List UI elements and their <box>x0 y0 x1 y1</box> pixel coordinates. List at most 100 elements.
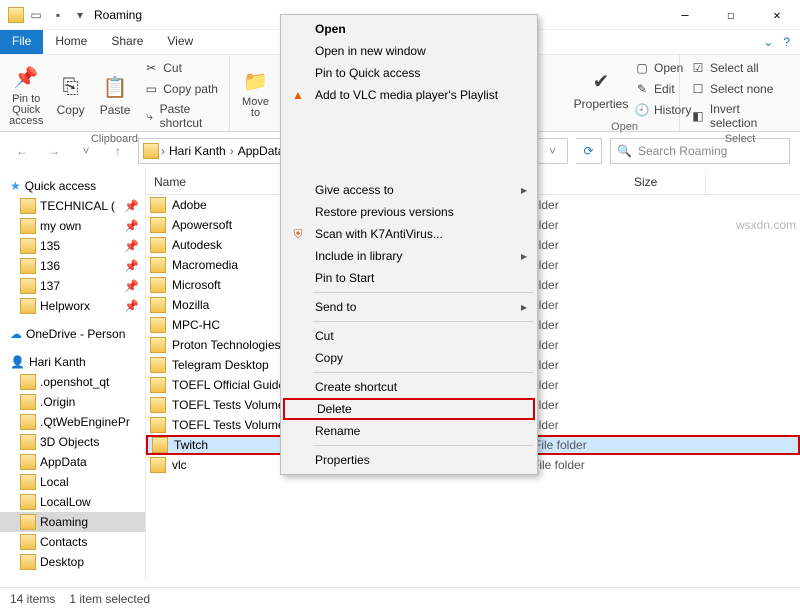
folder-icon <box>20 414 36 430</box>
sidebar-item[interactable]: .QtWebEnginePr <box>0 412 145 432</box>
sidebar-item[interactable]: Helpworx📌 <box>0 296 145 316</box>
ctx-scan[interactable]: ⛨Scan with K7AntiVirus... <box>283 223 535 245</box>
select-group-label: Select <box>688 131 792 145</box>
collapse-ribbon-icon[interactable]: ⌄ <box>763 35 773 49</box>
folder-icon <box>150 257 166 273</box>
qat-new-icon[interactable]: ▪ <box>50 7 66 23</box>
folder-icon <box>20 374 36 390</box>
sidebar-item[interactable]: 137📌 <box>0 276 145 296</box>
sidebar-item[interactable]: LocalLow <box>0 492 145 512</box>
tab-file[interactable]: File <box>0 30 43 54</box>
tab-view[interactable]: View <box>155 30 205 54</box>
select-all-button[interactable]: ☑Select all <box>688 59 792 77</box>
qat-chevron-icon[interactable]: ▾ <box>72 7 88 23</box>
group-select: ☑Select all ☐Select none ◧Invert selecti… <box>680 55 800 131</box>
cut-button[interactable]: ✂Cut <box>141 59 221 77</box>
bc-drop-icon[interactable]: ˅ <box>538 138 568 164</box>
sidebar-item[interactable]: 135📌 <box>0 236 145 256</box>
open-group-label: Open <box>578 119 671 133</box>
close-button[interactable]: ✕ <box>754 0 800 30</box>
ctx-copy[interactable]: Copy <box>283 347 535 369</box>
sidebar-item[interactable]: Roaming <box>0 512 145 532</box>
bc-appdata[interactable]: AppData <box>236 144 287 158</box>
ctx-delete[interactable]: Delete <box>283 398 535 420</box>
folder-icon <box>20 434 36 450</box>
ctx-properties[interactable]: Properties <box>283 449 535 471</box>
copy-button[interactable]: ⎘Copy <box>52 59 88 131</box>
selectnone-label: Select none <box>710 82 773 96</box>
move-to-button[interactable]: 📁Move to <box>238 59 273 127</box>
breadcrumb-icon <box>143 143 159 159</box>
ctx-open[interactable]: Open <box>283 18 535 40</box>
qat-props-icon[interactable]: ▭ <box>28 7 44 23</box>
paste-shortcut-button[interactable]: ⤷Paste shortcut <box>141 101 221 131</box>
ctx-scan-label: Scan with K7AntiVirus... <box>315 227 443 241</box>
paste-button[interactable]: 📋Paste <box>97 59 133 131</box>
sidebar-item[interactable]: TECHNICAL (📌 <box>0 196 145 216</box>
pin-icon: 📌 <box>124 219 143 233</box>
sidebar-item[interactable]: Desktop <box>0 552 145 572</box>
history-icon: 🕘 <box>634 102 650 118</box>
sidebar-item-label: Desktop <box>40 555 84 569</box>
tab-share[interactable]: Share <box>99 30 155 54</box>
ribbon-help: ⌄ ? <box>763 30 800 54</box>
ctx-rename[interactable]: Rename <box>283 420 535 442</box>
ctx-give-access[interactable]: Give access to <box>283 179 535 201</box>
folder-icon <box>20 494 36 510</box>
col-size[interactable]: Size <box>626 170 706 194</box>
sidebar-item[interactable]: Local <box>0 472 145 492</box>
ctx-pin-quick[interactable]: Pin to Quick access <box>283 62 535 84</box>
invert-selection-button[interactable]: ◧Invert selection <box>688 101 792 131</box>
sidebar-onedrive[interactable]: ☁OneDrive - Person <box>0 324 145 344</box>
edit-label: Edit <box>654 82 675 96</box>
group-open: ✔Properties ▢Open ✎Edit 🕘History Open <box>570 55 680 131</box>
select-none-button[interactable]: ☐Select none <box>688 80 792 98</box>
ctx-new-window[interactable]: Open in new window <box>283 40 535 62</box>
sidebar-quick-access[interactable]: ★Quick access <box>0 176 145 196</box>
sidebar-item[interactable]: Contacts <box>0 532 145 552</box>
folder-icon <box>8 7 24 23</box>
ctx-separator <box>313 445 533 446</box>
row-type: older <box>532 358 632 372</box>
folder-icon <box>20 514 36 530</box>
folder-icon <box>20 394 36 410</box>
sidebar-item[interactable]: 136📌 <box>0 256 145 276</box>
ctx-restore[interactable]: Restore previous versions <box>283 201 535 223</box>
nav-sidebar[interactable]: ★Quick access TECHNICAL (📌my own📌135📌136… <box>0 170 146 580</box>
bc-user[interactable]: Hari Kanth <box>167 144 228 158</box>
open-label: Open <box>654 61 683 75</box>
properties-button[interactable]: ✔Properties <box>578 59 624 119</box>
ctx-pin-start[interactable]: Pin to Start <box>283 267 535 289</box>
tab-home[interactable]: Home <box>43 30 99 54</box>
pin-quick-access-button[interactable]: 📌Pin to Quick access <box>8 59 44 131</box>
ctx-vlc-add[interactable]: ▲Add to VLC media player's Playlist <box>283 84 535 106</box>
sidebar-item[interactable]: 3D Objects <box>0 432 145 452</box>
sidebar-item[interactable]: .Origin <box>0 392 145 412</box>
ctx-cut[interactable]: Cut <box>283 325 535 347</box>
copy-path-button[interactable]: ▭Copy path <box>141 80 221 98</box>
minimize-button[interactable]: — <box>662 0 708 30</box>
copy-label: Copy <box>57 103 85 117</box>
invert-icon: ◧ <box>690 108 706 124</box>
sidebar-item[interactable]: AppData <box>0 452 145 472</box>
sidebar-item[interactable]: my own📌 <box>0 216 145 236</box>
status-selection: 1 item selected <box>69 592 150 606</box>
ctx-create-shortcut[interactable]: Create shortcut <box>283 376 535 398</box>
invert-label: Invert selection <box>710 102 790 130</box>
sidebar-item-label: LocalLow <box>40 495 91 509</box>
pasteshort-icon: ⤷ <box>143 108 155 124</box>
refresh-button[interactable]: ⟳ <box>576 138 602 164</box>
sidebar-item-label: AppData <box>40 455 87 469</box>
ctx-include-library[interactable]: Include in library <box>283 245 535 267</box>
folder-icon <box>20 258 36 274</box>
ctx-vlcadd-label: Add to VLC media player's Playlist <box>315 88 498 102</box>
sidebar-user[interactable]: 👤Hari Kanth <box>0 352 145 372</box>
maximize-button[interactable]: ☐ <box>708 0 754 30</box>
edit-icon: ✎ <box>634 81 650 97</box>
row-type: older <box>532 238 632 252</box>
row-type: older <box>532 378 632 392</box>
sidebar-item[interactable]: .openshot_qt <box>0 372 145 392</box>
ctx-send-to[interactable]: Send to <box>283 296 535 318</box>
folder-icon <box>150 217 166 233</box>
help-icon[interactable]: ? <box>783 35 790 49</box>
